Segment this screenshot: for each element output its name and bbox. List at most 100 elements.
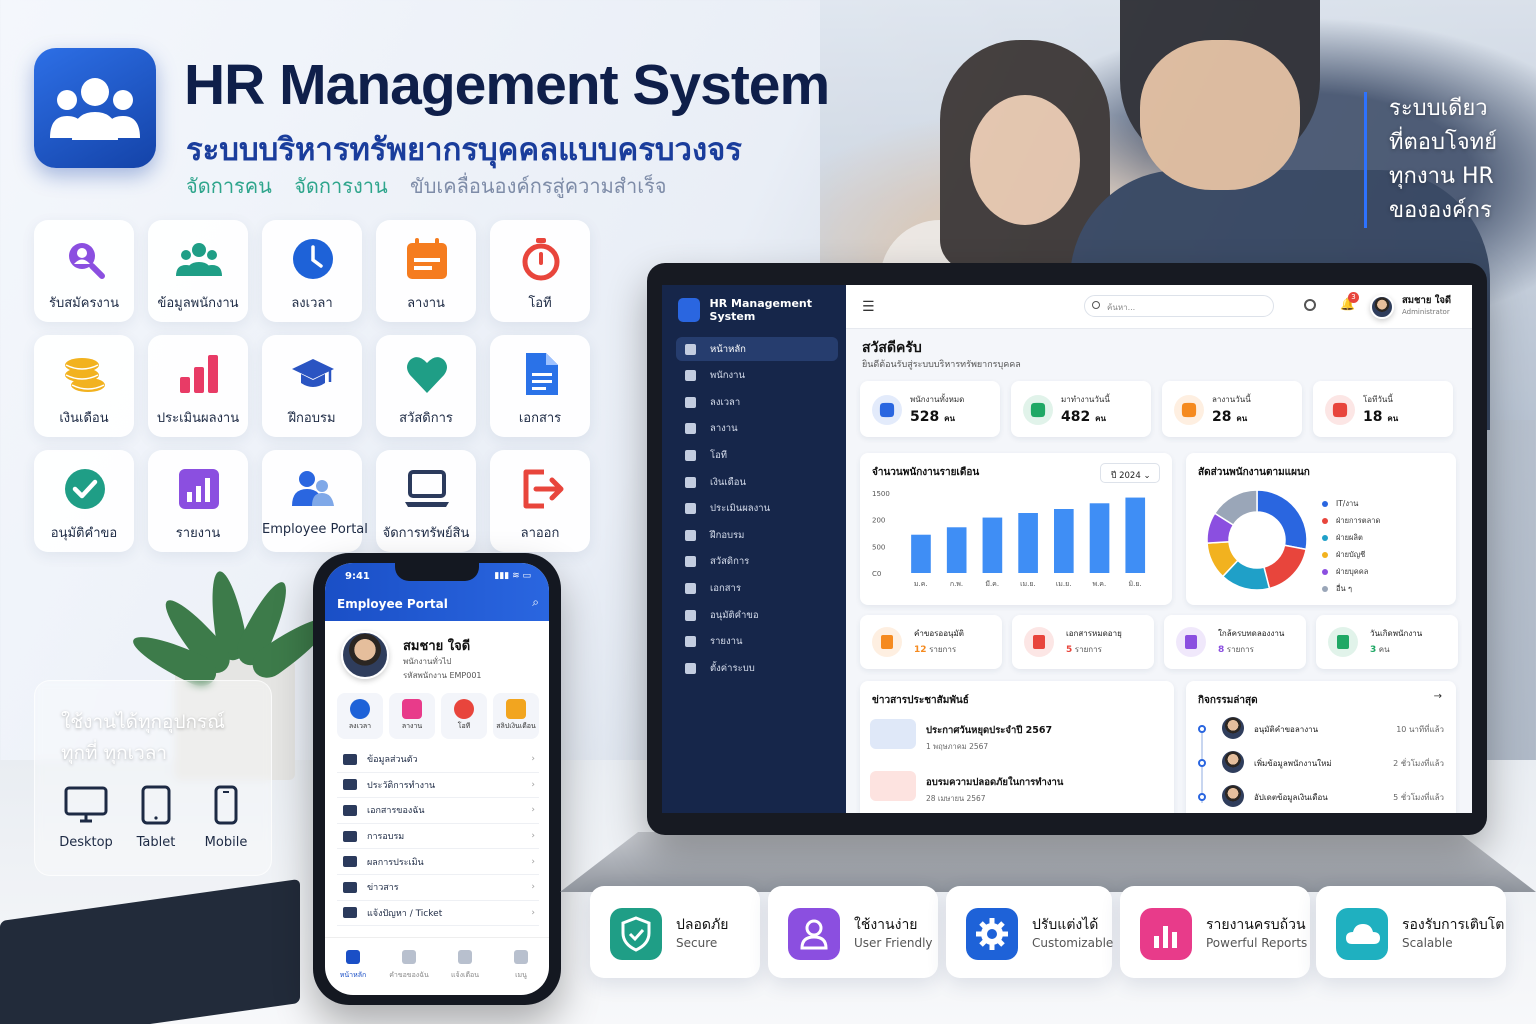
- module-portal-users[interactable]: Employee Portal: [262, 450, 368, 552]
- module-calendar[interactable]: ลางาน: [376, 220, 476, 322]
- legend-dot: [1322, 585, 1328, 592]
- module-label: เอกสาร: [518, 411, 562, 426]
- module-exit[interactable]: ลาออก: [490, 450, 590, 552]
- sidebar-item-icon: [685, 503, 696, 515]
- search-icon[interactable]: ⌕: [532, 595, 539, 610]
- news-item-title: อบรมความปลอดภัยในการทำงาน: [926, 777, 1064, 788]
- sidebar-item[interactable]: พนักงาน: [676, 364, 838, 388]
- sidebar-item[interactable]: เอกสาร: [676, 576, 838, 600]
- sidebar-item[interactable]: หน้าหลัก: [676, 337, 838, 361]
- phone-nav-item[interactable]: หน้าหลัก: [325, 938, 381, 995]
- module-label: Employee Portal: [262, 522, 368, 537]
- phone-menu-item[interactable]: ประวัติการทำงาน ›: [337, 773, 539, 799]
- phone-nav-item[interactable]: แจ้งเตือน: [437, 938, 493, 995]
- sidebar-item-label: อนุมัติคำขอ: [710, 609, 759, 621]
- dashboard-screen: HR Management System หน้าหลัก พนักงาน ลงเว…: [662, 285, 1472, 813]
- quick-action-label: สลิปเงินเดือน: [496, 722, 536, 730]
- legend-item: อื่น ๆ16%: [1322, 580, 1472, 597]
- sidebar-item-icon: [685, 449, 696, 461]
- phone-menu-item[interactable]: เอกสารของฉัน ›: [337, 798, 539, 824]
- sidebar-item[interactable]: ลงเวลา: [676, 390, 838, 414]
- stat-card[interactable]: ลางานวันนี้ 28 คน: [1162, 381, 1302, 437]
- pending-card[interactable]: เอกสารหมดอายุ 5 รายการ: [1012, 615, 1154, 669]
- avatar[interactable]: [1370, 295, 1394, 319]
- stat-card[interactable]: โอทีวันนี้ 18 คน: [1313, 381, 1453, 437]
- module-icon-wrap: [62, 236, 108, 282]
- stat-value: 18 คน: [1363, 409, 1399, 425]
- sidebar-item-label: ลงเวลา: [710, 396, 741, 408]
- module-document[interactable]: เอกสาร: [490, 335, 590, 437]
- module-employees[interactable]: ข้อมูลพนักงาน: [148, 220, 248, 322]
- phone-nav-item[interactable]: คำขอของฉัน: [381, 938, 437, 995]
- stat-card[interactable]: พนักงานทั้งหมด 528 คน: [860, 381, 1000, 437]
- employees-icon: [176, 243, 222, 276]
- sidebar-item[interactable]: ประเมินผลงาน: [676, 497, 838, 521]
- quick-action[interactable]: ลงเวลา: [337, 693, 383, 739]
- activity-item[interactable]: เพิ่มข้อมูลพนักงานใหม่ 2 ชั่วโมงที่แล้ว: [1198, 749, 1444, 779]
- pending-card[interactable]: คำขอรออนุมัติ 12 รายการ: [860, 615, 1002, 669]
- module-recruit-search[interactable]: รับสมัครงาน: [34, 220, 134, 322]
- x-tick-label: เม.ย.: [1056, 580, 1072, 588]
- quick-action[interactable]: สลิปเงินเดือน: [493, 693, 539, 739]
- cloud-icon: [1336, 908, 1388, 960]
- module-coins[interactable]: เงินเดือน: [34, 335, 134, 437]
- quick-action[interactable]: โอที: [441, 693, 487, 739]
- phone-menu-item[interactable]: ผลการประเมิน ›: [337, 849, 539, 875]
- sidebar-item-icon: [685, 636, 696, 648]
- activity-item[interactable]: อัปเดตข้อมูลเงินเดือน 5 ชั่วโมงที่แล้ว: [1198, 783, 1444, 813]
- bar: [1125, 497, 1146, 573]
- activity-item[interactable]: อนุมัติคำขอลางาน 10 นาทีที่แล้ว: [1198, 715, 1444, 745]
- module-report-chart[interactable]: รายงาน: [148, 450, 248, 552]
- module-laptop[interactable]: จัดการทรัพย์สิน: [376, 450, 476, 552]
- module-stopwatch[interactable]: โอที: [490, 220, 590, 322]
- nav-icon: [458, 950, 472, 964]
- quick-action[interactable]: ลางาน: [389, 693, 435, 739]
- hamburger-menu-icon[interactable]: ☰: [862, 299, 875, 315]
- sidebar-item[interactable]: ฝึกอบรม: [676, 523, 838, 547]
- help-icon[interactable]: [1304, 299, 1316, 311]
- module-heart[interactable]: สวัสดิการ: [376, 335, 476, 437]
- bar: [1054, 509, 1074, 573]
- module-icon-wrap: [62, 351, 108, 397]
- legend-item: ฝ่ายบัญชี12%: [1322, 546, 1472, 563]
- search-input[interactable]: ค้นหา...: [1084, 295, 1274, 317]
- stat-label: พนักงานทั้งหมด: [910, 395, 965, 404]
- slogan-line: ทุกงาน HR: [1389, 164, 1494, 189]
- stat-card[interactable]: มาทำงานวันนี้ 482 คน: [1011, 381, 1151, 437]
- bar: [982, 517, 1003, 573]
- sidebar-item[interactable]: เงินเดือน: [676, 470, 838, 494]
- module-icon-wrap: [404, 466, 450, 512]
- phone-menu-item[interactable]: การอบรม ›: [337, 824, 539, 850]
- module-bar-chart[interactable]: ประเมินผลงาน: [148, 335, 248, 437]
- module-check-circle[interactable]: อนุมัติคำขอ: [34, 450, 134, 552]
- pending-card[interactable]: ใกล้ครบทดลองงาน 8 รายการ: [1164, 615, 1306, 669]
- chevron-right-icon: ›: [531, 907, 535, 918]
- stat-label: มาทำงานวันนี้: [1061, 395, 1110, 404]
- phone-menu-item[interactable]: แจ้งปัญหา / Ticket ›: [337, 901, 539, 927]
- phone-menu-item[interactable]: ข้อมูลส่วนตัว ›: [337, 747, 539, 773]
- module-graduation-cap[interactable]: ฝึกอบรม: [262, 335, 362, 437]
- menu-item-label: ประวัติการทำงาน: [367, 780, 436, 791]
- chevron-right-icon: ›: [531, 754, 535, 765]
- phone-nav-item[interactable]: เมนู: [493, 938, 549, 995]
- sidebar-item[interactable]: ลางาน: [676, 417, 838, 441]
- sidebar-item[interactable]: ตั้งค่าระบบ: [676, 656, 838, 680]
- sidebar-item[interactable]: อนุมัติคำขอ: [676, 603, 838, 627]
- stopwatch-icon: [522, 238, 560, 281]
- sidebar-item[interactable]: สวัสดิการ: [676, 550, 838, 574]
- module-clock[interactable]: ลงเวลา: [262, 220, 362, 322]
- legend-dot: [1322, 500, 1328, 507]
- timeline-dot: [1198, 759, 1206, 767]
- activity-more-link[interactable]: →: [1434, 691, 1442, 702]
- sidebar-item[interactable]: รายงาน: [676, 630, 838, 654]
- nav-icon: [514, 950, 528, 964]
- feature-title: ปลอดภัย: [676, 917, 729, 933]
- phone-title: Employee Portal: [337, 597, 448, 611]
- phone-menu-item[interactable]: ข่าวสาร ›: [337, 875, 539, 901]
- sidebar-item-label: ลางาน: [710, 423, 738, 435]
- pending-card[interactable]: วันเกิดพนักงาน 3 คน: [1316, 615, 1458, 669]
- device-label: Mobile: [204, 835, 248, 850]
- sidebar-item[interactable]: โอที: [676, 443, 838, 467]
- menu-item-icon: [343, 907, 357, 919]
- topbar: ☰ ค้นหา... 🔔 3 สมชาย ใจดี Administrator: [846, 285, 1472, 329]
